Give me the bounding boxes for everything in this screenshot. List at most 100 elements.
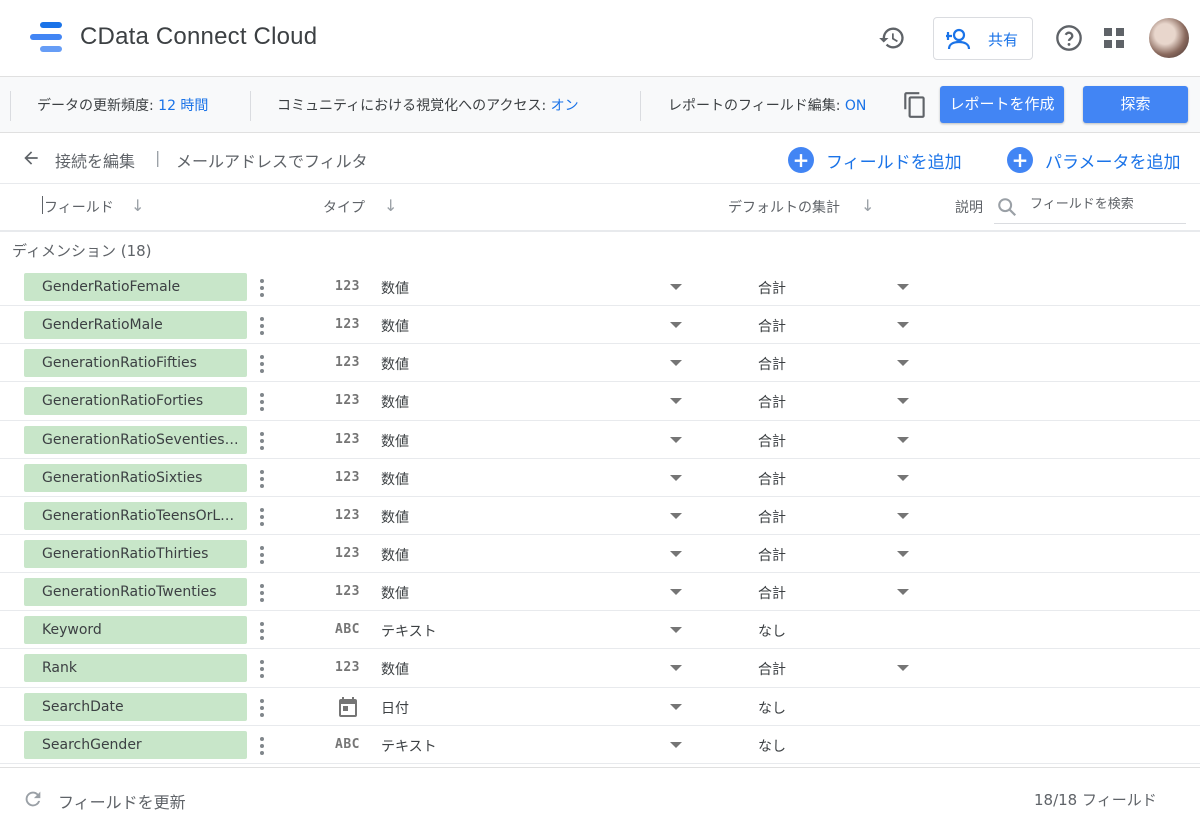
field-name-chip[interactable]: GenerationRatioTeensOrL… <box>24 501 247 530</box>
column-field[interactable]: フィールド <box>44 197 114 217</box>
refresh-icon[interactable] <box>22 788 44 810</box>
aggregation-dropdown-caret-icon[interactable] <box>897 512 909 519</box>
type-select[interactable]: 日付 <box>381 698 409 718</box>
create-report-button[interactable]: レポートを作成 <box>940 86 1064 123</box>
type-select[interactable]: 数値 <box>381 354 409 374</box>
copy-icon[interactable] <box>902 91 928 119</box>
field-name-chip[interactable]: GenerationRatioFifties <box>24 349 247 378</box>
report-field-editing-value[interactable]: ON <box>845 98 867 114</box>
apps-grid-icon[interactable] <box>1102 26 1126 50</box>
search-input[interactable] <box>1030 197 1180 212</box>
type-dropdown-caret-icon[interactable] <box>670 474 682 481</box>
type-dropdown-caret-icon[interactable] <box>670 322 682 329</box>
more-vert-icon[interactable] <box>256 430 268 452</box>
field-name-chip[interactable]: Rank <box>24 654 247 683</box>
more-vert-icon[interactable] <box>256 353 268 375</box>
explore-button[interactable]: 探索 <box>1083 86 1188 123</box>
plus-icon: + <box>788 147 814 173</box>
more-vert-icon[interactable] <box>256 468 268 490</box>
sort-arrow-icon[interactable]: ↓ <box>861 196 874 215</box>
type-dropdown-caret-icon[interactable] <box>670 284 682 290</box>
more-vert-icon[interactable] <box>256 391 268 413</box>
help-icon[interactable] <box>1055 24 1083 52</box>
type-dropdown-caret-icon[interactable] <box>670 512 682 519</box>
type-select[interactable]: テキスト <box>381 736 437 756</box>
type-dropdown-caret-icon[interactable] <box>670 741 682 748</box>
history-icon[interactable] <box>878 24 906 52</box>
sort-arrow-icon[interactable]: ↓ <box>131 196 144 215</box>
edit-connection-link[interactable]: 接続を編集 <box>55 148 135 172</box>
more-vert-icon[interactable] <box>256 544 268 566</box>
field-name-chip[interactable]: Keyword <box>24 616 247 645</box>
type-select[interactable]: 数値 <box>381 507 409 527</box>
type-dropdown-caret-icon[interactable] <box>670 665 682 672</box>
aggregation-dropdown-caret-icon[interactable] <box>897 322 909 329</box>
avatar[interactable] <box>1149 18 1189 58</box>
field-name-chip[interactable]: SearchDate <box>24 692 247 721</box>
filter-by-email-link[interactable]: メールアドレスでフィルタ <box>176 148 368 172</box>
refresh-frequency-value[interactable]: 12 時間 <box>158 98 208 114</box>
type-dropdown-caret-icon[interactable] <box>670 627 682 634</box>
field-name-chip[interactable]: GenerationRatioSeventies… <box>24 425 247 454</box>
aggregation-select[interactable]: 合計 <box>758 583 786 603</box>
share-button[interactable]: 共有 <box>933 17 1033 60</box>
aggregation-dropdown-caret-icon[interactable] <box>897 436 909 443</box>
report-field-editing[interactable]: レポートのフィールド編集: ON <box>668 95 866 115</box>
aggregation-select[interactable]: 合計 <box>758 278 786 298</box>
type-dropdown-caret-icon[interactable] <box>670 398 682 405</box>
more-vert-icon[interactable] <box>256 620 268 642</box>
type-dropdown-caret-icon[interactable] <box>670 436 682 443</box>
more-vert-icon[interactable] <box>256 315 268 337</box>
more-vert-icon[interactable] <box>256 582 268 604</box>
column-default-aggregation[interactable]: デフォルトの集計 <box>728 197 840 217</box>
community-access-value[interactable]: オン <box>551 98 579 114</box>
type-dropdown-caret-icon[interactable] <box>670 360 682 367</box>
type-select[interactable]: 数値 <box>381 431 409 451</box>
aggregation-dropdown-caret-icon[interactable] <box>897 474 909 481</box>
aggregation-select[interactable]: 合計 <box>758 659 786 679</box>
field-name-chip[interactable]: GenderRatioMale <box>24 311 247 340</box>
refresh-fields-button[interactable]: フィールドを更新 <box>58 789 186 813</box>
field-name-chip[interactable]: GenerationRatioThirties <box>24 539 247 568</box>
type-select[interactable]: 数値 <box>381 469 409 489</box>
aggregation-dropdown-caret-icon[interactable] <box>897 589 909 596</box>
type-select[interactable]: 数値 <box>381 583 409 603</box>
aggregation-select[interactable]: 合計 <box>758 507 786 527</box>
column-type[interactable]: タイプ <box>323 197 365 217</box>
more-vert-icon[interactable] <box>256 697 268 719</box>
type-select[interactable]: 数値 <box>381 278 409 298</box>
type-dropdown-caret-icon[interactable] <box>670 703 682 710</box>
aggregation-select[interactable]: 合計 <box>758 431 786 451</box>
field-name-chip[interactable]: GenerationRatioTwenties <box>24 578 247 607</box>
type-select[interactable]: 数値 <box>381 392 409 412</box>
field-search[interactable] <box>994 192 1186 224</box>
refresh-frequency[interactable]: データの更新頻度: 12 時間 <box>37 95 208 115</box>
aggregation-select[interactable]: 合計 <box>758 316 786 336</box>
community-access[interactable]: コミュニティにおける視覚化へのアクセス: オン <box>277 95 579 115</box>
type-dropdown-caret-icon[interactable] <box>670 589 682 596</box>
sort-arrow-icon[interactable]: ↓ <box>384 196 397 215</box>
type-select[interactable]: テキスト <box>381 621 437 641</box>
aggregation-select[interactable]: 合計 <box>758 354 786 374</box>
aggregation-select[interactable]: 合計 <box>758 469 786 489</box>
more-vert-icon[interactable] <box>256 506 268 528</box>
aggregation-select[interactable]: 合計 <box>758 545 786 565</box>
aggregation-dropdown-caret-icon[interactable] <box>897 398 909 405</box>
back-arrow-icon[interactable] <box>20 148 42 168</box>
field-name-chip[interactable]: GenerationRatioForties <box>24 387 247 416</box>
type-select[interactable]: 数値 <box>381 545 409 565</box>
aggregation-dropdown-caret-icon[interactable] <box>897 284 909 290</box>
aggregation-dropdown-caret-icon[interactable] <box>897 360 909 367</box>
type-dropdown-caret-icon[interactable] <box>670 550 682 557</box>
more-vert-icon[interactable] <box>256 658 268 680</box>
more-vert-icon[interactable] <box>256 735 268 757</box>
type-select[interactable]: 数値 <box>381 659 409 679</box>
more-vert-icon[interactable] <box>256 277 268 299</box>
aggregation-select[interactable]: 合計 <box>758 392 786 412</box>
aggregation-dropdown-caret-icon[interactable] <box>897 665 909 672</box>
field-name-chip[interactable]: GenderRatioFemale <box>24 273 247 301</box>
type-select[interactable]: 数値 <box>381 316 409 336</box>
aggregation-dropdown-caret-icon[interactable] <box>897 550 909 557</box>
field-name-chip[interactable]: GenerationRatioSixties <box>24 463 247 492</box>
field-name-chip[interactable]: SearchGender <box>24 730 247 759</box>
